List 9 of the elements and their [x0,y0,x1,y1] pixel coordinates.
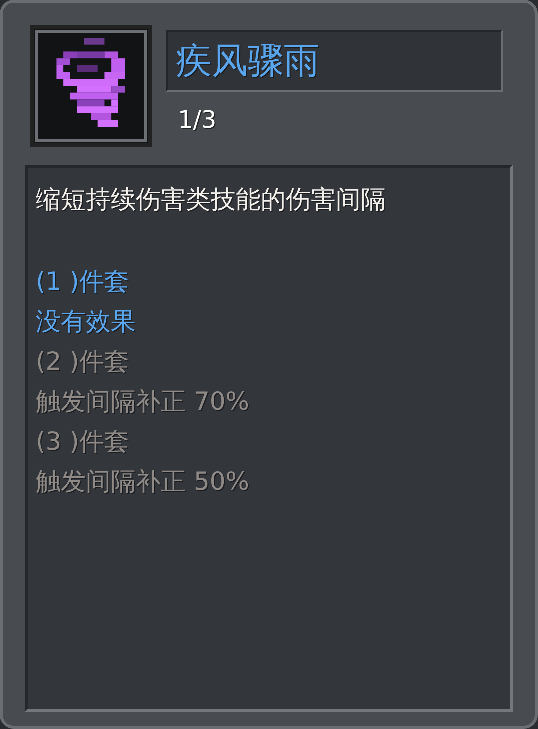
item-name: 疾风骤雨 [166,30,503,92]
set-tier-effect: 没有效果 [36,306,137,338]
set-tier-label: (3 )件套 [36,426,130,458]
set-tier-label: (1 )件套 [36,266,130,298]
set-tier-effect: 触发间隔补正 70% [36,386,251,418]
description-text: 缩短持续伤害类技能的伤害间隔 [36,184,387,216]
set-tier-effect: 触发间隔补正 50% [36,466,251,498]
item-count: 1/3 [177,106,218,134]
set-tier-label: (2 )件套 [36,346,130,378]
